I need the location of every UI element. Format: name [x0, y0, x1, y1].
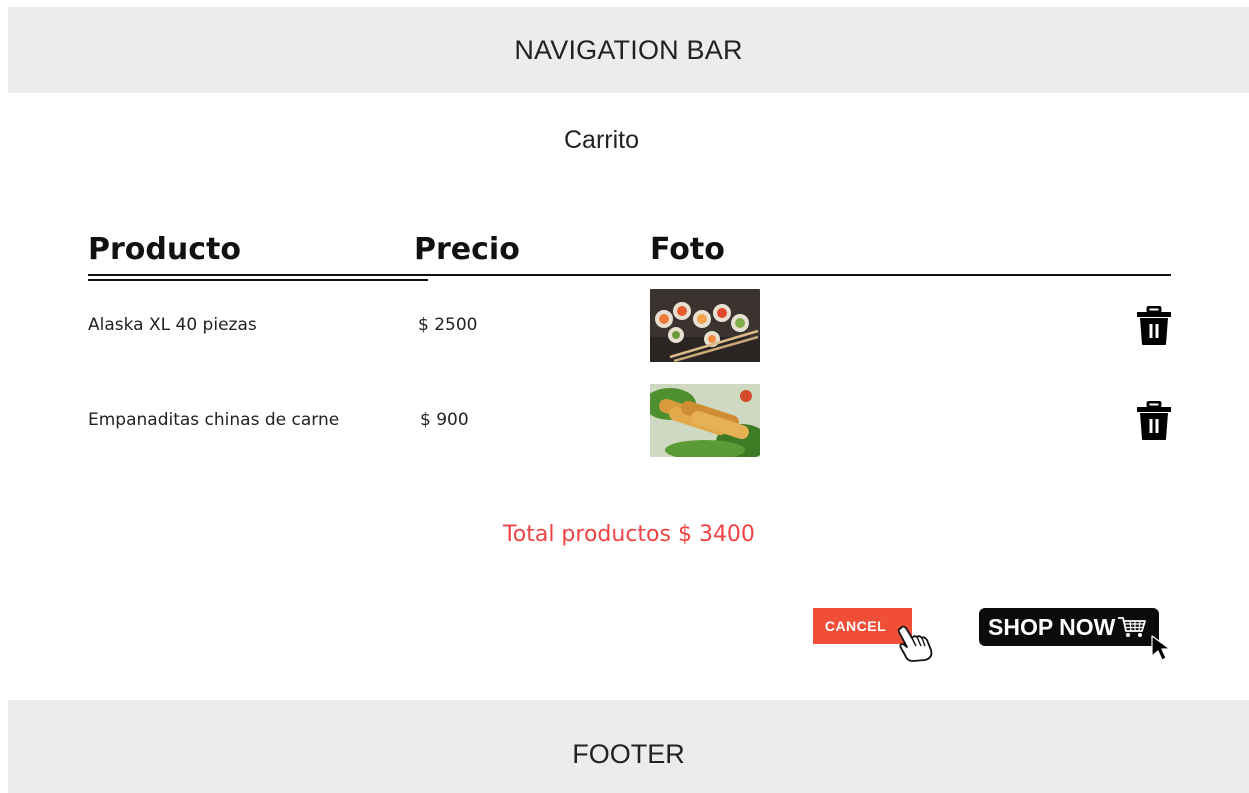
header-divider [88, 274, 1171, 276]
product-price: $ 900 [420, 410, 469, 430]
page-title: Carrito [563, 126, 639, 154]
spring-rolls-photo [650, 384, 760, 457]
product-name: Empanaditas chinas de carne [88, 410, 340, 430]
navigation-bar: NAVIGATION BAR [8, 7, 1249, 93]
column-header-price: Precio [414, 232, 520, 267]
delete-row-button[interactable] [1136, 305, 1172, 346]
delete-row-button[interactable] [1136, 400, 1172, 441]
sushi-photo [650, 289, 760, 362]
header-divider-accent [88, 279, 428, 281]
arrow-cursor-icon [1151, 635, 1171, 661]
column-header-photo: Foto [650, 232, 725, 267]
cart-total: Total productos $ 3400 [503, 522, 755, 547]
footer-label: FOOTER [572, 739, 685, 769]
trash-icon [1137, 305, 1171, 345]
footer: FOOTER [8, 700, 1249, 793]
cart-icon [1118, 617, 1147, 637]
navigation-bar-label: NAVIGATION BAR [514, 34, 743, 65]
hand-pointer-icon [897, 625, 933, 662]
column-header-product: Producto [88, 232, 241, 267]
shop-now-button[interactable]: SHOP NOW [979, 608, 1159, 646]
trash-icon [1137, 400, 1171, 440]
shop-now-label: SHOP NOW [988, 613, 1116, 640]
product-price: $ 2500 [418, 315, 478, 335]
product-name: Alaska XL 40 piezas [88, 315, 257, 335]
